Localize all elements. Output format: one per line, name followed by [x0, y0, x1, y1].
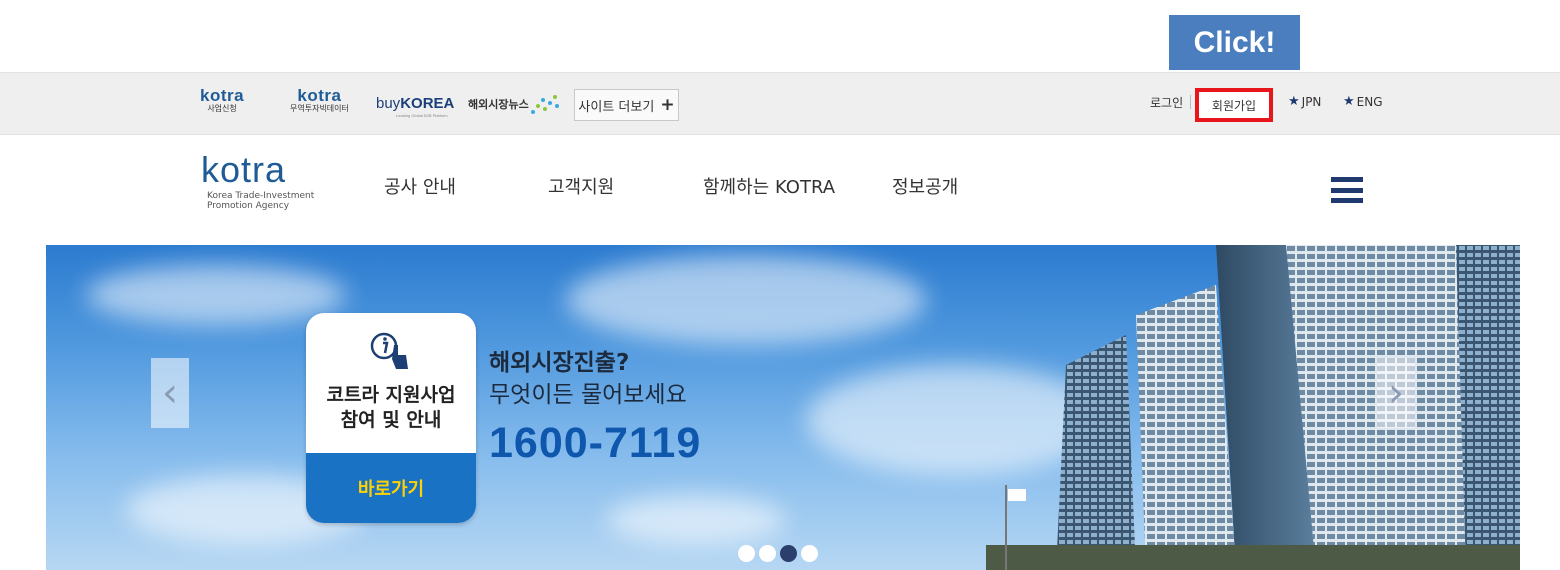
buykorea-main: KOREA — [400, 95, 455, 112]
promo-question: 해외시장진출? — [489, 350, 630, 376]
support-card: 코트라 지원사업 참여 및 안내 바로가기 — [306, 313, 476, 523]
lang-jpn-label: JPN — [1301, 94, 1322, 109]
site-more-button[interactable]: 사이트 더보기 + — [574, 89, 679, 121]
info-hand-icon — [370, 332, 408, 369]
slide-dot-3[interactable] — [780, 545, 797, 562]
hero-banner: ‹ › 코트라 지원사업 참여 및 안내 바로가기 해외시장진출? 무엇이든 물… — [46, 245, 1520, 570]
kotra-bigdata-link[interactable]: kotra 무역투자빅데이터 — [290, 87, 349, 114]
cloud — [566, 255, 926, 345]
kotra-logo-text: kotra — [297, 86, 342, 105]
slide-dot-2[interactable] — [759, 545, 776, 562]
kotra-business-apply-link[interactable]: kotra 사업신청 — [200, 87, 244, 114]
star-icon: ★ — [1288, 94, 1300, 109]
nav-item-together[interactable]: 함께하는 KOTRA — [703, 173, 835, 199]
card-text: 코트라 지원사업 참여 및 안내 — [306, 383, 476, 433]
buykorea-link[interactable]: buyKOREA Leading Global B2B Platform — [376, 95, 455, 118]
site-more-label: 사이트 더보기 — [578, 99, 655, 115]
nav-item-about[interactable]: 공사 안내 — [384, 173, 456, 199]
promo-ask: 무엇이든 물어보세요 — [489, 382, 687, 408]
cloud — [606, 495, 786, 545]
next-slide-button[interactable]: › — [1377, 358, 1415, 428]
buykorea-prefix: buy — [376, 95, 401, 112]
slide-indicators — [738, 545, 818, 562]
slide-dot-4[interactable] — [801, 545, 818, 562]
brand-word: kotra — [201, 149, 287, 190]
utility-bar: kotra 사업신청 kotra 무역투자빅데이터 buyKOREA Leadi… — [0, 72, 1560, 135]
star-icon: ★ — [1343, 94, 1355, 109]
lang-eng-label: ENG — [1356, 94, 1383, 109]
slide-dot-1[interactable] — [738, 545, 755, 562]
card-line-1: 코트라 지원사업 — [326, 384, 456, 406]
brand-line-2: Promotion Agency — [207, 201, 290, 211]
headquarters-building-image — [986, 245, 1520, 570]
news-dots-icon — [530, 95, 559, 114]
promo-text: 해외시장진출? 무엇이든 물어보세요 1600-7119 — [489, 347, 701, 468]
main-nav: kotra Korea Trade-Investment Promotion A… — [0, 135, 1560, 245]
login-link[interactable]: 로그인 — [1150, 94, 1183, 111]
kotra-logo-text: kotra — [200, 86, 245, 105]
kotra-logo-sub: 사업신청 — [207, 104, 237, 113]
overseas-news-link[interactable]: 해외시장뉴스 — [468, 94, 559, 114]
kotra-logo-sub: 무역투자빅데이터 — [290, 104, 349, 113]
brand-line-1: Korea Trade-Investment — [207, 191, 315, 201]
card-line-2: 참여 및 안내 — [340, 409, 442, 431]
click-callout: Click! — [1169, 15, 1300, 70]
lang-eng-link[interactable]: ★ ENG — [1343, 94, 1383, 109]
plus-icon: + — [660, 94, 675, 115]
promo-phone: 1600-7119 — [489, 419, 702, 467]
cloud — [86, 265, 346, 325]
lang-jpn-link[interactable]: ★ JPN — [1288, 94, 1321, 109]
nav-item-disclosure[interactable]: 정보공개 — [892, 173, 958, 199]
prev-slide-button[interactable]: ‹ — [151, 358, 189, 428]
menu-icon[interactable] — [1331, 177, 1363, 203]
divider — [1190, 95, 1191, 109]
news-label: 해외시장뉴스 — [468, 98, 529, 111]
kotra-home-logo[interactable]: kotra Korea Trade-Investment Promotion A… — [201, 149, 315, 212]
chevron-left-icon: ‹ — [162, 370, 178, 416]
go-button[interactable]: 바로가기 — [306, 453, 476, 523]
signup-link[interactable]: 회원가입 — [1195, 88, 1273, 122]
nav-item-support[interactable]: 고객지원 — [548, 173, 614, 199]
buykorea-tagline: Leading Global B2B Platform — [396, 113, 448, 118]
chevron-right-icon: › — [1388, 370, 1404, 416]
